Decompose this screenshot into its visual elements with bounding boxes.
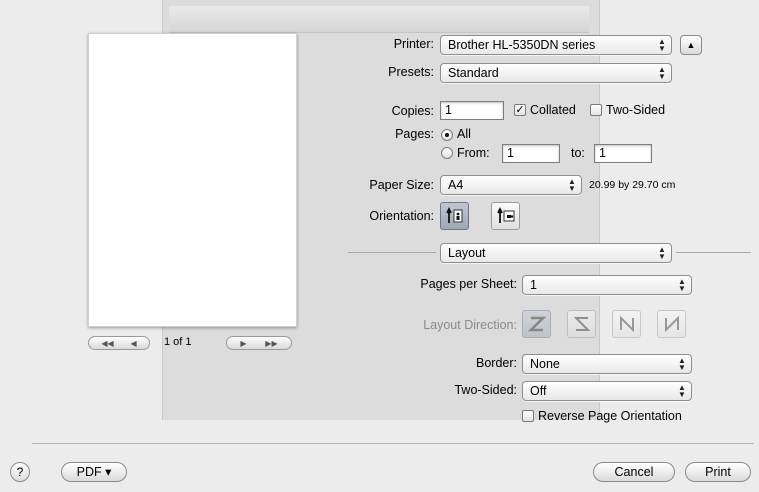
pages-to-label: to: xyxy=(571,146,585,160)
pages-to-field[interactable]: 1 xyxy=(594,144,652,163)
printer-label: Printer: xyxy=(393,37,434,51)
paper-size-popup[interactable]: A4 ▲ ▼ xyxy=(440,175,582,195)
layout-n-button[interactable] xyxy=(657,310,686,338)
last-page-icon[interactable]: ▶▶ xyxy=(265,339,277,348)
layout-s-icon xyxy=(573,317,590,331)
presets-popup[interactable]: Standard ▲ ▼ xyxy=(440,63,672,83)
copies-field[interactable]: 1 xyxy=(440,101,504,120)
pdf-menu-button[interactable]: PDF ▾ xyxy=(61,462,127,482)
landscape-icon xyxy=(496,206,514,223)
collated-checkbox[interactable]: ✓ xyxy=(514,104,526,116)
layout-z-icon xyxy=(527,316,546,332)
printer-value: Brother HL-5350DN series xyxy=(448,38,596,52)
popup-arrows-icon: ▲ ▼ xyxy=(678,277,686,293)
separator xyxy=(348,252,436,253)
popup-arrows-icon: ▲ ▼ xyxy=(658,245,666,261)
layout-z-button[interactable] xyxy=(522,310,551,338)
first-page-icon[interactable]: ◀◀ xyxy=(101,339,113,348)
footer-separator xyxy=(32,443,754,444)
reverse-orientation-checkbox[interactable] xyxy=(522,410,534,422)
two-sided-label: Two-Sided xyxy=(606,103,666,117)
popup-arrows-icon: ▲ ▼ xyxy=(658,65,666,81)
disclosure-button[interactable]: ▲ xyxy=(680,35,702,55)
reverse-orientation-label: Reverse Page Orientation xyxy=(538,409,682,423)
preview-back-buttons[interactable]: ◀◀ ◀ xyxy=(88,336,150,350)
panel-value: Layout xyxy=(448,246,486,260)
paper-size-value: A4 xyxy=(448,178,464,192)
separator xyxy=(676,252,751,253)
border-value: None xyxy=(530,357,560,371)
pages-per-sheet-popup[interactable]: 1 ▲ ▼ xyxy=(522,275,692,295)
help-button[interactable]: ? xyxy=(10,462,30,482)
pages-from-radio[interactable] xyxy=(441,147,453,159)
portrait-icon xyxy=(445,206,462,223)
panel-popup[interactable]: Layout ▲ ▼ xyxy=(440,243,672,263)
preview-forward-buttons[interactable]: ▶ ▶▶ xyxy=(226,336,292,350)
pages-from-label: From: xyxy=(457,146,490,160)
pages-from-field[interactable]: 1 xyxy=(502,144,560,163)
pages-all-label: All xyxy=(457,127,471,141)
orientation-label: Orientation: xyxy=(369,209,434,223)
two-sided-popup-label: Two-Sided: xyxy=(454,383,517,397)
collated-label: Collated xyxy=(530,103,576,117)
landscape-orientation-button[interactable] xyxy=(491,202,520,230)
popup-arrows-icon: ▲ ▼ xyxy=(678,383,686,399)
two-sided-value: Off xyxy=(530,384,547,398)
two-sided-popup[interactable]: Off ▲ ▼ xyxy=(522,381,692,401)
previous-page-icon[interactable]: ◀ xyxy=(130,339,136,348)
pages-per-sheet-value: 1 xyxy=(530,278,537,292)
layout-n-reverse-button[interactable] xyxy=(612,310,641,338)
border-label: Border: xyxy=(476,356,517,370)
popup-arrows-icon: ▲ ▼ xyxy=(678,356,686,372)
pages-all-radio[interactable] xyxy=(441,129,453,141)
layout-n-icon xyxy=(664,315,679,333)
next-page-icon[interactable]: ▶ xyxy=(240,339,246,348)
border-popup[interactable]: None ▲ ▼ xyxy=(522,354,692,374)
print-button[interactable]: Print xyxy=(685,462,751,482)
presets-value: Standard xyxy=(448,66,499,80)
pages-label: Pages: xyxy=(395,127,434,141)
paper-dimensions: 20.99 by 29.70 cm xyxy=(589,179,676,191)
paper-size-label: Paper Size: xyxy=(369,178,434,192)
presets-label: Presets: xyxy=(388,65,434,79)
printer-popup[interactable]: Brother HL-5350DN series ▲ ▼ xyxy=(440,35,672,55)
pages-per-sheet-label: Pages per Sheet: xyxy=(420,277,517,291)
layout-n-reverse-icon xyxy=(619,315,634,333)
page-indicator: 1 of 1 xyxy=(164,336,192,348)
layout-s-button[interactable] xyxy=(567,310,596,338)
layout-direction-label: Layout Direction: xyxy=(423,318,517,332)
copies-label: Copies: xyxy=(391,104,434,118)
popup-arrows-icon: ▲ ▼ xyxy=(568,177,576,193)
portrait-orientation-button[interactable] xyxy=(440,202,469,230)
two-sided-checkbox[interactable] xyxy=(590,104,602,116)
page-preview xyxy=(88,33,297,327)
popup-arrows-icon: ▲ ▼ xyxy=(658,37,666,53)
cancel-button[interactable]: Cancel xyxy=(593,462,675,482)
background-toolbar xyxy=(169,6,589,33)
